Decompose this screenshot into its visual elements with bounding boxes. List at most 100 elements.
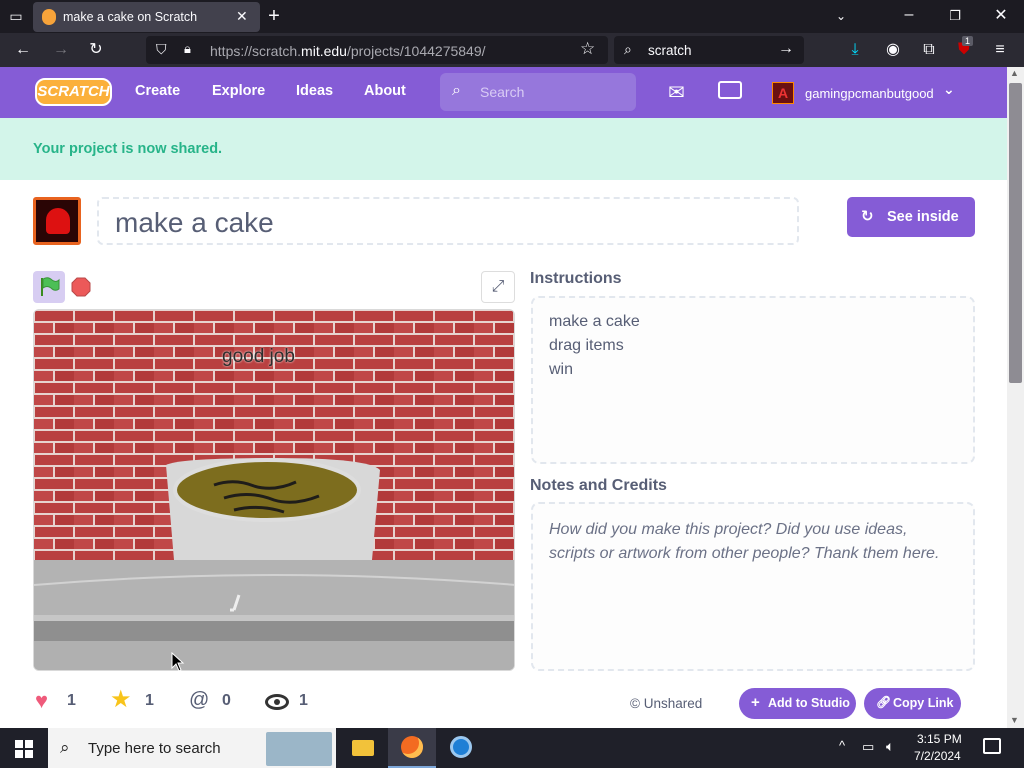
page-scrollbar-thumb[interactable]: [1009, 83, 1022, 383]
share-status: © Unshared: [630, 696, 703, 711]
tray-chevron-icon[interactable]: ^: [839, 738, 845, 753]
remix-icon: @: [189, 689, 210, 711]
minimize-icon[interactable]: –: [897, 3, 921, 27]
stage-speech-text: good job: [222, 346, 295, 367]
green-flag-button[interactable]: [33, 271, 65, 303]
notes-placeholder-line: How did you make this project? Did you u…: [549, 521, 908, 538]
scroll-down-arrow-icon[interactable]: ▼: [1010, 715, 1019, 725]
user-avatar[interactable]: A: [772, 82, 794, 104]
green-flag-icon: [41, 277, 60, 296]
network-icon[interactable]: ▭: [862, 739, 874, 755]
instruction-line: drag items: [549, 337, 624, 354]
site-search-input[interactable]: ⌕ Search: [440, 73, 636, 111]
nav-ideas[interactable]: Ideas: [296, 83, 333, 99]
username[interactable]: gamingpcmanbutgood: [805, 86, 934, 101]
browser-app-icon[interactable]: [450, 736, 472, 758]
love-count: 1: [67, 692, 76, 709]
shield-icon[interactable]: ⛉: [156, 41, 167, 58]
see-inside-icon: ↻: [861, 208, 874, 225]
reload-icon[interactable]: ↻: [84, 38, 108, 62]
bookmark-star-icon[interactable]: ☆: [580, 39, 595, 59]
lock-icon[interactable]: 🔒︎: [184, 41, 191, 57]
notifications-icon[interactable]: [983, 738, 1001, 754]
stop-icon: [71, 277, 91, 297]
views-eye-icon: [265, 694, 289, 710]
browser-tab-strip: ▭ make a cake on Scratch ✕ + ⌄ – ❐ ✕: [0, 0, 1024, 33]
search-icon: ⌕: [60, 738, 70, 757]
url-bar[interactable]: ⛉ 🔒︎ https://scratch.mit.edu/projects/10…: [146, 36, 608, 64]
taskbar-search-placeholder: Type here to search: [88, 740, 221, 757]
instruction-line: win: [549, 361, 574, 378]
remix-count: 0: [222, 692, 231, 709]
scratch-logo[interactable]: SCRATCH: [35, 78, 112, 106]
nav-create[interactable]: Create: [135, 83, 180, 99]
shared-message: Your project is now shared.: [33, 141, 223, 157]
see-inside-label: See inside: [887, 209, 959, 225]
cake-batter: [173, 458, 361, 522]
instruction-line: make a cake: [549, 313, 640, 330]
notes-heading: Notes and Credits: [530, 477, 667, 494]
taskbar-search-box[interactable]: ⌕ Type here to search: [48, 728, 336, 768]
windows-taskbar: ⌕ Type here to search ^ ▭ 🔈︎ 3:15 PM 7/2…: [0, 728, 1024, 768]
close-tab-icon[interactable]: ✕: [236, 8, 248, 25]
tab-title: make a cake on Scratch: [63, 10, 198, 24]
fullscreen-button[interactable]: ⤢: [481, 271, 515, 303]
new-tab-icon[interactable]: +: [262, 4, 286, 28]
volume-muted-icon[interactable]: 🔈︎: [886, 738, 894, 755]
menu-icon[interactable]: ≡: [988, 38, 1012, 62]
firefox-taskbar-button[interactable]: [388, 728, 436, 768]
window-close-icon[interactable]: ✕: [989, 4, 1013, 28]
downloads-icon[interactable]: ⤓: [843, 38, 867, 62]
browser-tab[interactable]: make a cake on Scratch ✕: [33, 2, 260, 32]
link-icon: 🔗︎: [876, 695, 892, 709]
messages-icon[interactable]: ✉: [668, 80, 685, 105]
browser-toolbar: ← → ↻ ⛉ 🔒︎ https://scratch.mit.edu/proje…: [0, 33, 1024, 67]
account-icon[interactable]: ◉: [881, 38, 905, 62]
restore-icon[interactable]: ❐: [943, 4, 967, 28]
favorite-count: 1: [145, 692, 154, 709]
back-icon[interactable]: ←: [11, 38, 35, 62]
nav-about[interactable]: About: [364, 83, 406, 99]
stop-button[interactable]: [71, 277, 91, 297]
copy-link-button[interactable]: 🔗︎ Copy Link: [864, 688, 961, 719]
url-text: https://scratch.mit.edu/projects/1044275…: [210, 43, 486, 59]
plus-icon: +: [751, 694, 760, 711]
copy-link-label: Copy Link: [893, 696, 954, 710]
taskbar-date[interactable]: 7/2/2024: [914, 749, 961, 763]
favorite-star-icon[interactable]: ★: [110, 688, 132, 712]
list-all-tabs-icon[interactable]: ⌄: [829, 4, 853, 28]
view-count: 1: [299, 692, 308, 709]
notes-placeholder-line: scripts or artwork from other people? Th…: [549, 545, 940, 562]
site-search-placeholder: Search: [480, 84, 525, 100]
browser-search-bar[interactable]: ⌕ scratch →: [614, 36, 804, 64]
fullscreen-icon: ⤢: [491, 278, 505, 295]
love-heart-icon[interactable]: ♥: [35, 690, 48, 712]
scroll-up-arrow-icon[interactable]: ▲: [1010, 68, 1019, 78]
extensions-icon[interactable]: ⧉: [917, 38, 941, 62]
instructions-box[interactable]: make a cake drag items win: [531, 296, 975, 464]
search-highlight-image: [266, 732, 332, 766]
nav-explore[interactable]: Explore: [212, 83, 265, 99]
go-arrow-icon[interactable]: →: [778, 40, 794, 58]
search-icon: ⌕: [452, 82, 461, 99]
search-icon: ⌕: [624, 41, 632, 57]
extension-badge: 1: [962, 36, 974, 46]
see-inside-button[interactable]: ↻ See inside: [847, 197, 975, 237]
account-dropdown-chevron-icon[interactable]: ⌄: [943, 81, 955, 98]
my-stuff-folder-icon[interactable]: [718, 81, 742, 99]
file-explorer-icon[interactable]: [352, 740, 374, 756]
taskbar-time[interactable]: 3:15 PM: [917, 732, 962, 746]
add-to-studio-label: Add to Studio: [768, 696, 850, 710]
notes-box[interactable]: How did you make this project? Did you u…: [531, 502, 975, 671]
project-title: make a cake: [115, 207, 274, 238]
browser-search-value: scratch: [648, 43, 692, 58]
project-author-avatar[interactable]: [33, 197, 81, 245]
add-to-studio-button[interactable]: + Add to Studio: [739, 688, 856, 719]
project-stage[interactable]: good job: [33, 309, 515, 671]
firefox-icon: [401, 736, 423, 758]
tab-list-icon[interactable]: ▭: [4, 4, 28, 28]
project-title-input[interactable]: make a cake: [97, 197, 799, 245]
forward-icon[interactable]: →: [49, 38, 73, 62]
windows-start-icon[interactable]: [15, 740, 33, 758]
mouse-cursor-icon: [171, 652, 185, 672]
